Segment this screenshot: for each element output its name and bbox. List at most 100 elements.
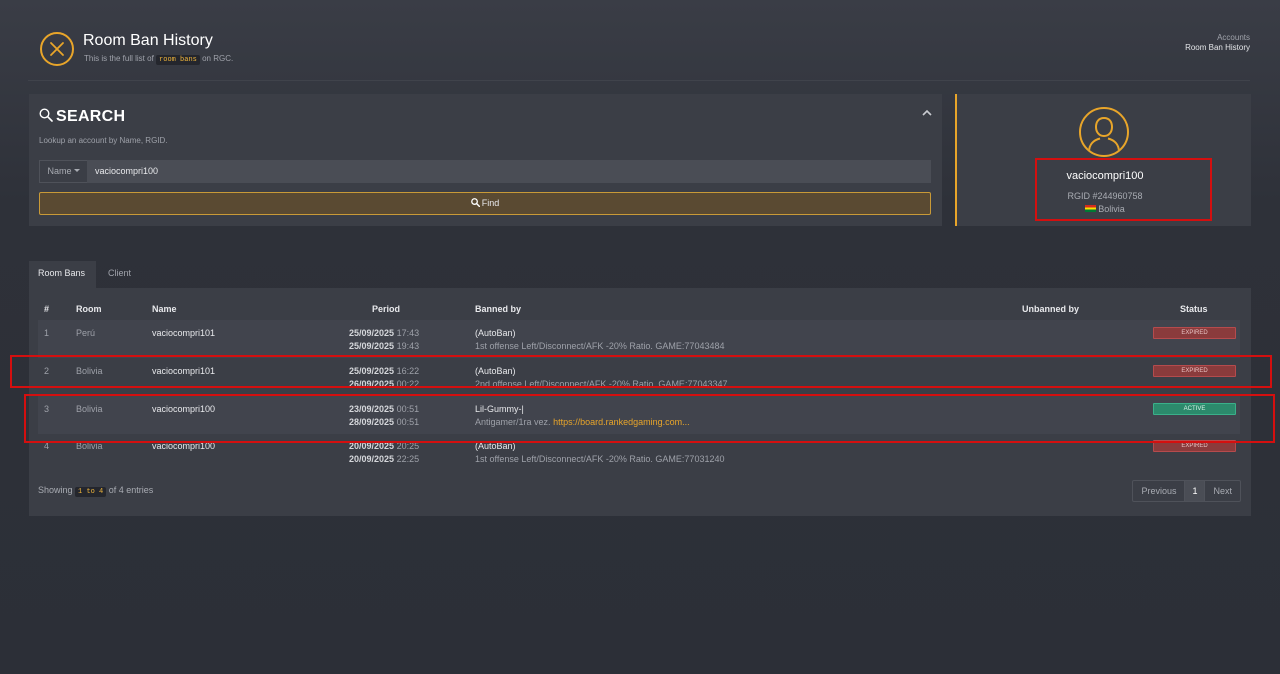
row-reason: 1st offense Left/Disconnect/AFK -20% Rat… [475,341,725,351]
reason-link[interactable]: https://board.rankedgaming.com... [553,417,690,427]
search-title-text: SEARCH [56,108,126,125]
row-name: vaciocompri101 [152,328,216,338]
caret-down-icon [73,169,80,172]
bans-table: # Room Name Period Banned by Unbanned by… [29,288,1251,516]
status-badge: EXPIRED [1153,327,1236,339]
tab-room-bans[interactable]: Room Bans [29,261,96,288]
row-room: Bolivia [76,366,103,376]
column-header-name[interactable]: Name [152,304,177,314]
divider [28,80,1250,81]
row-banned-by: (AutoBan) [475,328,516,338]
table-info: Showing 1 to 4 of 4 entries [38,485,154,497]
search-type-dropdown[interactable]: Name [39,160,88,183]
column-header-status[interactable]: Status [1180,304,1208,314]
search-icon [39,108,53,122]
pagination: Previous 1 Next [1132,480,1241,502]
table-row: 3 Bolivia vaciocompri100 23/09/2025 00:5… [38,396,1240,434]
row-period-start: 25/09/2025 17:43 [349,328,419,338]
row-reason: Antigamer/1ra vez. https://board.rankedg… [475,417,690,427]
subtitle-text: This is the full list of [84,54,154,63]
start-time: 00:51 [396,404,420,414]
start-time: 20:25 [396,441,420,451]
start-time: 16:22 [396,366,420,376]
chevron-up-icon[interactable] [922,104,932,122]
table-row: 2 Bolivia vaciocompri101 25/09/2025 16:2… [38,358,1240,396]
subtitle-code: room bans [156,55,200,65]
column-header-banned-by[interactable]: Banned by [475,304,521,314]
start-date: 23/09/2025 [349,404,395,414]
row-index: 3 [44,404,50,414]
status-badge: EXPIRED [1153,440,1236,452]
column-header-index[interactable]: # [44,304,49,314]
profile-name: vaciocompri100 [1066,170,1144,182]
row-index: 4 [44,441,50,451]
page-header: Room Ban History This is the full list o… [40,30,1250,70]
breadcrumb: Accounts Room Ban History [1185,33,1250,53]
row-banned-by: (AutoBan) [475,441,516,451]
page-title: Room Ban History [83,32,213,49]
row-period-start: 20/09/2025 20:25 [349,441,419,451]
tab-client-bans[interactable]: Client Bans [99,261,140,303]
row-name: vaciocompri101 [152,366,216,376]
search-panel: SEARCH Lookup an account by Name, RGID. … [29,94,942,226]
row-room: Bolivia [76,404,103,414]
row-index: 2 [44,366,50,376]
column-header-period[interactable]: Period [372,304,400,314]
breadcrumb-current: Room Ban History [1185,43,1250,52]
start-date: 25/09/2025 [349,366,395,376]
row-index: 1 [44,328,50,338]
showing-total: of 4 entries [108,485,154,495]
row-banned-by: (AutoBan) [475,366,516,376]
end-date: 20/09/2025 [349,454,395,464]
table-row: 4 Bolivia vaciocompri100 20/09/2025 20:2… [38,434,1240,472]
profile-panel: vaciocompri100 RGID #244960758 Bolivia [955,94,1251,226]
previous-page-button[interactable]: Previous [1133,481,1186,501]
start-date: 25/09/2025 [349,328,395,338]
end-time: 00:22 [396,379,420,389]
row-period-end: 26/09/2025 00:22 [349,379,419,389]
row-period-end: 28/09/2025 00:51 [349,417,419,427]
search-hint: Lookup an account by Name, RGID. [39,136,168,145]
row-reason: 2nd offense Left/Disconnect/AFK -20% Rat… [475,379,728,389]
showing-range: 1 to 4 [75,487,107,497]
user-avatar-icon [1079,107,1129,157]
column-header-room[interactable]: Room [76,304,102,314]
profile-country-label: Bolivia [1098,204,1125,214]
start-date: 20/09/2025 [349,441,395,451]
next-page-button[interactable]: Next [1205,481,1240,501]
breadcrumb-accounts[interactable]: Accounts [1185,33,1250,43]
end-date: 28/09/2025 [349,417,395,427]
showing-text: Showing [38,485,73,495]
row-room: Perú [76,328,96,338]
end-date: 25/09/2025 [349,341,395,351]
table-row: 1 Perú vaciocompri101 25/09/2025 17:43 2… [38,320,1240,358]
row-period-start: 25/09/2025 16:22 [349,366,419,376]
status-badge: EXPIRED [1153,365,1236,377]
search-input[interactable] [87,160,931,183]
profile-rgid: RGID #244960758 [1067,191,1143,201]
end-date: 26/09/2025 [349,379,395,389]
row-period-end: 20/09/2025 22:25 [349,454,419,464]
row-name: vaciocompri100 [152,404,216,414]
end-time: 22:25 [396,454,420,464]
status-badge: ACTIVE [1153,403,1236,415]
search-type-label: Name [47,166,72,176]
row-room: Bolivia [76,441,103,451]
search-heading: SEARCH [39,108,125,126]
row-name: vaciocompri100 [152,441,216,451]
page-1-button[interactable]: 1 [1185,481,1206,501]
subtitle-text-end: on RGC. [202,54,234,63]
row-period-start: 23/09/2025 00:51 [349,404,419,414]
row-reason: 1st offense Left/Disconnect/AFK -20% Rat… [475,454,725,464]
find-button[interactable]: Find [39,192,931,215]
end-time: 19:43 [396,341,420,351]
find-label: Find [481,198,500,208]
start-time: 17:43 [396,328,420,338]
page-subtitle: This is the full list of room bans on RG… [84,54,234,65]
close-circle-icon [40,32,74,66]
row-banned-by: Lil-Gummy-| [475,404,524,414]
column-header-unbanned-by[interactable]: Unbanned by [1022,304,1079,314]
row-period-end: 25/09/2025 19:43 [349,341,419,351]
search-icon [470,198,480,208]
bolivia-flag-icon [1085,205,1097,212]
